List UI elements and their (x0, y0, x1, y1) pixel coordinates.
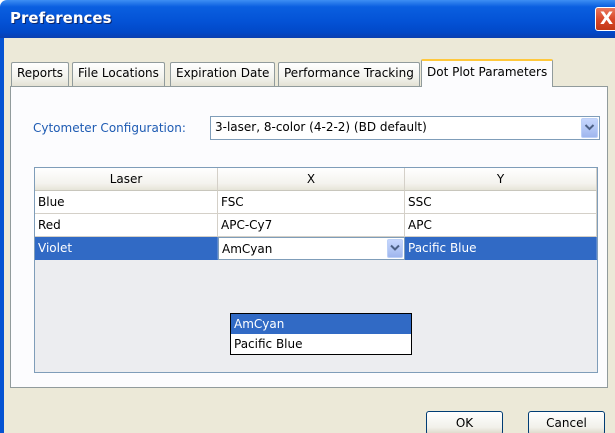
laser-cell[interactable]: Red (35, 214, 218, 237)
y-parameter-cell[interactable]: SSC (405, 191, 597, 214)
tab-expiration-date[interactable]: Expiration Date (170, 62, 276, 86)
x-parameter-cell[interactable]: APC-Cy7 (218, 214, 405, 237)
tab-label: File Locations (78, 66, 159, 80)
dropdown-option[interactable]: Pacific Blue (231, 334, 411, 354)
cytometer-configuration-select[interactable]: 3-laser, 8-color (4-2-2) (BD default) (210, 116, 600, 140)
ok-button[interactable]: OK (426, 411, 503, 433)
dialog-client-area: Reports File Locations Expiration Date P… (0, 38, 615, 433)
laser-cell[interactable]: Violet (35, 237, 218, 260)
chevron-down-icon (584, 124, 595, 131)
y-parameter-cell[interactable]: APC (405, 214, 597, 237)
close-icon: X (600, 9, 614, 29)
preferences-window: Preferences X Reports File Locations Exp… (0, 0, 615, 433)
x-parameter-cell[interactable]: FSC (218, 191, 405, 214)
x-parameter-select[interactable]: AmCyan (218, 237, 405, 260)
tab-label: Expiration Date (176, 66, 270, 80)
cancel-button[interactable]: Cancel (528, 411, 605, 433)
table-row[interactable]: Blue FSC SSC (35, 191, 597, 214)
title-bar[interactable]: Preferences X (0, 0, 615, 38)
cytometer-configuration-value: 3-laser, 8-color (4-2-2) (BD default) (215, 120, 427, 134)
dot-plot-parameters-panel: Cytometer Configuration: 3-laser, 8-colo… (10, 86, 608, 388)
table-row-selected[interactable]: Violet AmCyan Pacific Blue (35, 237, 597, 260)
dropdown-option[interactable]: AmCyan (231, 314, 411, 334)
close-button[interactable]: X (595, 7, 615, 31)
chevron-down-icon (390, 244, 400, 251)
laser-cell[interactable]: Blue (35, 191, 218, 214)
tab-dot-plot-parameters[interactable]: Dot Plot Parameters (421, 59, 554, 87)
column-header-laser[interactable]: Laser (35, 168, 218, 191)
tab-label: Dot Plot Parameters (427, 65, 548, 79)
tab-label: Reports (17, 66, 64, 80)
grid-header-row: Laser X Y (35, 168, 597, 191)
x-parameter-dropdown-list: AmCyan Pacific Blue (230, 313, 412, 355)
tab-performance-tracking[interactable]: Performance Tracking (278, 62, 420, 86)
window-title: Preferences (10, 9, 112, 27)
cytometer-dropdown-button[interactable] (581, 118, 598, 138)
window-left-border (0, 38, 4, 433)
tab-reports[interactable]: Reports (11, 62, 70, 86)
tab-label: Performance Tracking (284, 66, 414, 80)
cytometer-configuration-label: Cytometer Configuration: (33, 121, 186, 135)
y-parameter-cell[interactable]: Pacific Blue (405, 237, 597, 260)
x-parameter-value: AmCyan (222, 242, 273, 256)
x-parameter-dropdown-button[interactable] (387, 239, 403, 258)
column-header-x[interactable]: X (218, 168, 405, 191)
tab-file-locations[interactable]: File Locations (72, 62, 165, 86)
column-header-y[interactable]: Y (405, 168, 597, 191)
table-row[interactable]: Red APC-Cy7 APC (35, 214, 597, 237)
